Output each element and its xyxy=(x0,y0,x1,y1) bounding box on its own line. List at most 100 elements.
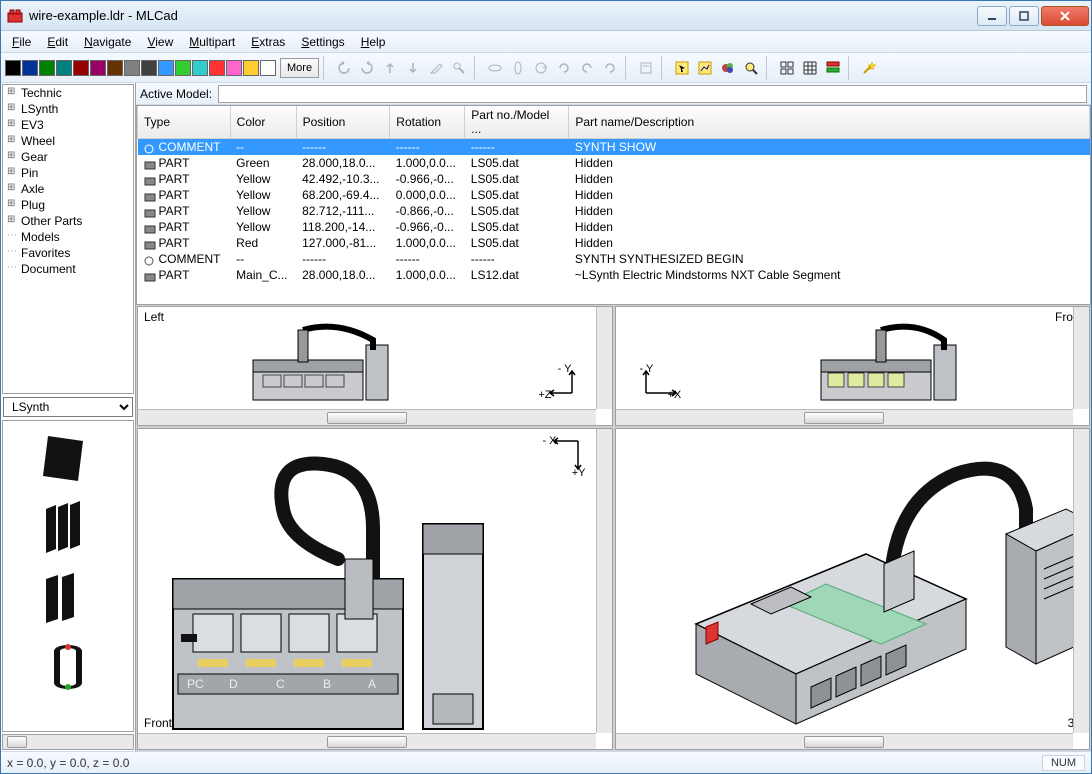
table-row[interactable]: PARTYellow118.200,-14...-0.966,-0...LS05… xyxy=(138,219,1090,235)
parts-list-icon[interactable] xyxy=(822,57,844,79)
calc-icon[interactable] xyxy=(635,57,657,79)
redo-icon[interactable] xyxy=(599,57,621,79)
color-swatch[interactable] xyxy=(192,60,208,76)
layout-icon[interactable] xyxy=(776,57,798,79)
tree-item[interactable]: Other Parts xyxy=(7,213,133,229)
table-row[interactable]: PARTMain_C...28.000,18.0...1.000,0.0...L… xyxy=(138,267,1090,283)
tree-item[interactable]: Technic xyxy=(7,85,133,101)
scrollbar-vertical[interactable] xyxy=(1073,307,1089,409)
wand-icon[interactable] xyxy=(858,57,880,79)
tree-item[interactable]: Pin xyxy=(7,165,133,181)
refresh-icon[interactable] xyxy=(553,57,575,79)
color-swatch[interactable] xyxy=(90,60,106,76)
tree-item[interactable]: LSynth xyxy=(7,101,133,117)
menu-help[interactable]: Help xyxy=(354,33,393,51)
table-row[interactable]: PARTGreen28.000,18.0...1.000,0.0...LS05.… xyxy=(138,155,1090,171)
close-button[interactable] xyxy=(1041,6,1089,26)
active-model-dropdown[interactable] xyxy=(218,85,1087,103)
select-tool-icon[interactable] xyxy=(671,57,693,79)
scrollbar-horizontal[interactable] xyxy=(138,409,596,425)
tree-item[interactable]: Axle xyxy=(7,181,133,197)
color-swatch[interactable] xyxy=(124,60,140,76)
color-swatch[interactable] xyxy=(5,60,21,76)
table-row[interactable]: PARTYellow68.200,-69.4...0.000,0.0...LS0… xyxy=(138,187,1090,203)
menu-file[interactable]: File xyxy=(5,33,38,51)
scrollbar-horizontal[interactable] xyxy=(616,733,1074,749)
color-swatch[interactable] xyxy=(209,60,225,76)
part-thumb[interactable] xyxy=(33,637,103,699)
table-row[interactable]: PARTYellow42.492,-10.3...-0.966,-0...LS0… xyxy=(138,171,1090,187)
color-swatch[interactable] xyxy=(107,60,123,76)
viewport-left[interactable]: Left - Y +Z xyxy=(137,306,613,426)
column-header[interactable]: Color xyxy=(230,106,296,139)
rot-y-icon[interactable] xyxy=(507,57,529,79)
rotate-left-icon[interactable] xyxy=(333,57,355,79)
tree-item[interactable]: Wheel xyxy=(7,133,133,149)
column-header[interactable]: Part name/Description xyxy=(569,106,1090,139)
color-swatch[interactable] xyxy=(73,60,89,76)
tool-icon[interactable] xyxy=(448,57,470,79)
viewport-front-large[interactable]: Front - X +Y xyxy=(137,428,613,750)
part-preview-pane[interactable] xyxy=(2,420,134,732)
svg-text:C: C xyxy=(276,677,285,691)
undo-icon[interactable] xyxy=(576,57,598,79)
grid-icon[interactable] xyxy=(799,57,821,79)
column-header[interactable]: Rotation xyxy=(390,106,465,139)
menu-view[interactable]: View xyxy=(140,33,180,51)
color-swatch[interactable] xyxy=(22,60,38,76)
column-header[interactable]: Position xyxy=(296,106,390,139)
edit-icon[interactable] xyxy=(425,57,447,79)
table-row[interactable]: COMMENT--------------------SYNTH SYNTHES… xyxy=(138,251,1090,267)
menu-multipart[interactable]: Multipart xyxy=(182,33,242,51)
menu-extras[interactable]: Extras xyxy=(244,33,292,51)
rot-z-icon[interactable] xyxy=(530,57,552,79)
more-colors-button[interactable]: More xyxy=(280,58,319,78)
part-thumb[interactable] xyxy=(33,567,103,629)
rot-x-icon[interactable] xyxy=(484,57,506,79)
svg-text:A: A xyxy=(368,677,376,691)
zoom-tool-icon[interactable] xyxy=(740,57,762,79)
color-swatch[interactable] xyxy=(56,60,72,76)
column-header[interactable]: Part no./Model ... xyxy=(465,106,569,139)
scrollbar-horizontal[interactable] xyxy=(616,409,1074,425)
tree-item[interactable]: Document xyxy=(7,261,133,277)
table-row[interactable]: PARTRed127.000,-81...1.000,0.0...LS05.da… xyxy=(138,235,1090,251)
paint-tool-icon[interactable] xyxy=(717,57,739,79)
table-row[interactable]: COMMENT--------------------SYNTH SHOW xyxy=(138,139,1090,156)
move-up-icon[interactable] xyxy=(379,57,401,79)
preview-scrollbar[interactable] xyxy=(2,734,134,750)
column-header[interactable]: Type xyxy=(138,106,231,139)
tree-item[interactable]: Models xyxy=(7,229,133,245)
move-down-icon[interactable] xyxy=(402,57,424,79)
tree-item[interactable]: Favorites xyxy=(7,245,133,261)
category-select[interactable]: LSynth xyxy=(3,397,133,417)
minimize-button[interactable] xyxy=(977,6,1007,26)
color-swatch[interactable] xyxy=(260,60,276,76)
tree-item[interactable]: EV3 xyxy=(7,117,133,133)
part-thumb[interactable] xyxy=(33,497,103,559)
tree-item[interactable]: Gear xyxy=(7,149,133,165)
color-swatch[interactable] xyxy=(226,60,242,76)
graph-tool-icon[interactable] xyxy=(694,57,716,79)
color-swatch[interactable] xyxy=(141,60,157,76)
color-swatch[interactable] xyxy=(158,60,174,76)
part-thumb[interactable] xyxy=(33,427,103,489)
menu-edit[interactable]: Edit xyxy=(40,33,75,51)
maximize-button[interactable] xyxy=(1009,6,1039,26)
parts-list[interactable]: TypeColorPositionRotationPart no./Model … xyxy=(136,105,1091,305)
scrollbar-vertical[interactable] xyxy=(596,429,612,733)
color-swatch[interactable] xyxy=(243,60,259,76)
viewport-3d[interactable]: 3D xyxy=(615,428,1091,750)
rotate-right-icon[interactable] xyxy=(356,57,378,79)
tree-item[interactable]: Plug xyxy=(7,197,133,213)
menu-settings[interactable]: Settings xyxy=(294,33,351,51)
scrollbar-vertical[interactable] xyxy=(1073,429,1089,733)
scrollbar-vertical[interactable] xyxy=(596,307,612,409)
color-swatch[interactable] xyxy=(39,60,55,76)
category-tree[interactable]: TechnicLSynthEV3WheelGearPinAxlePlugOthe… xyxy=(2,84,134,394)
menu-navigate[interactable]: Navigate xyxy=(77,33,138,51)
color-swatch[interactable] xyxy=(175,60,191,76)
scrollbar-horizontal[interactable] xyxy=(138,733,596,749)
table-row[interactable]: PARTYellow82.712,-111...-0.866,-0...LS05… xyxy=(138,203,1090,219)
viewport-front-small[interactable]: Front - Y +X xyxy=(615,306,1091,426)
